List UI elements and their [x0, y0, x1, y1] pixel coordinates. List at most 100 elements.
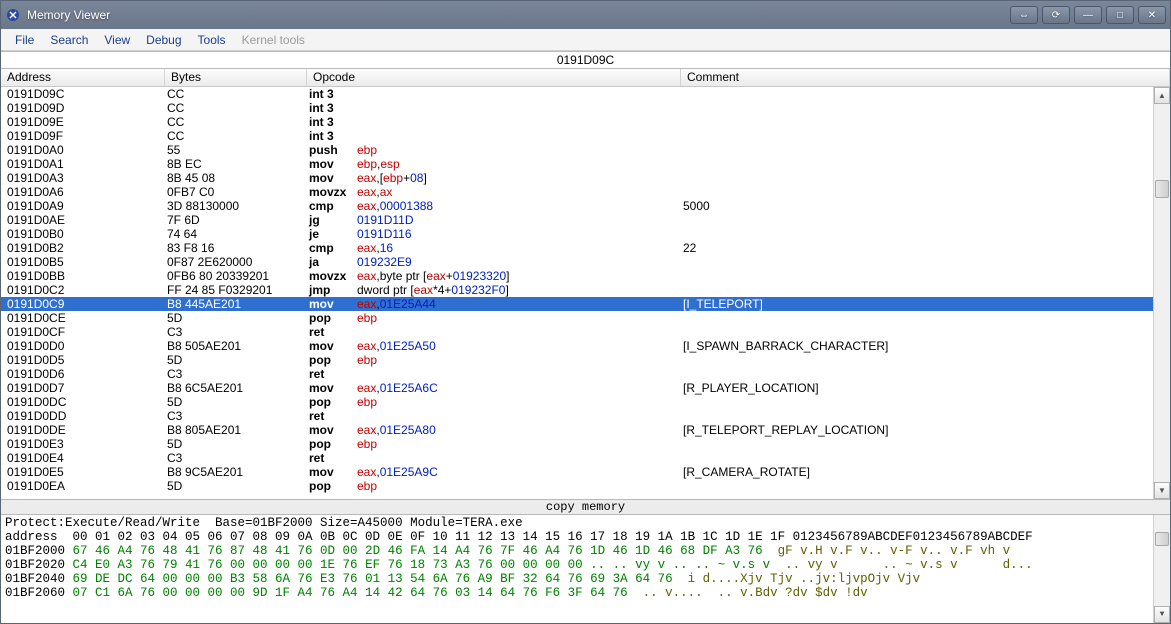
row-bytes: 74 64	[165, 227, 307, 241]
disasm-row[interactable]: 0191D0CE5Dpopebp	[1, 311, 1170, 325]
disasm-row[interactable]: 0191D0A60FB7 C0movzxeax,ax	[1, 185, 1170, 199]
row-opcode: cmpeax,16	[307, 241, 681, 255]
row-opcode: int 3	[307, 129, 681, 143]
row-address: 0191D09D	[1, 101, 165, 115]
disasm-row[interactable]: 0191D0E4C3ret	[1, 451, 1170, 465]
row-bytes: CC	[165, 101, 307, 115]
hex-scroll-down-icon[interactable]: ▼	[1154, 606, 1170, 623]
row-comment	[681, 157, 1170, 171]
disasm-row[interactable]: 0191D09CCCint 3	[1, 87, 1170, 101]
row-address: 0191D0DE	[1, 423, 165, 437]
menu-search[interactable]: Search	[42, 31, 96, 49]
titlebar-buttons: ⇔ ⟳ — □ ✕	[1010, 6, 1166, 24]
maximize-button[interactable]: □	[1106, 6, 1134, 24]
row-bytes: 3D 88130000	[165, 199, 307, 213]
titlebar-btn-1[interactable]: ⟳	[1042, 6, 1070, 24]
row-opcode: movzxeax,ax	[307, 185, 681, 199]
row-comment	[681, 185, 1170, 199]
address-bar[interactable]: 0191D09C	[1, 51, 1170, 69]
disasm-row[interactable]: 0191D0D7B8 6C5AE201moveax,01E25A6C[R_PLA…	[1, 381, 1170, 395]
disasm-row[interactable]: 0191D0BB0FB6 80 20339201movzxeax,byte pt…	[1, 269, 1170, 283]
disasm-row[interactable]: 0191D0C9B8 445AE201moveax,01E25A44[I_TEL…	[1, 297, 1170, 311]
header-comment[interactable]: Comment	[681, 69, 1170, 86]
disasm-row[interactable]: 0191D0AE7F 6Djg0191D11D	[1, 213, 1170, 227]
row-bytes: B8 505AE201	[165, 339, 307, 353]
disasm-row[interactable]: 0191D0B074 64je0191D116	[1, 227, 1170, 241]
disasm-scrollbar[interactable]: ▲ ▼	[1153, 87, 1170, 499]
menu-view[interactable]: View	[96, 31, 138, 49]
disasm-row[interactable]: 0191D0DDC3ret	[1, 409, 1170, 423]
row-opcode: moveax,01E25A6C	[307, 381, 681, 395]
menu-debug[interactable]: Debug	[138, 31, 189, 49]
row-comment: [I_SPAWN_BARRACK_CHARACTER]	[681, 339, 1170, 353]
hex-view[interactable]: Protect:Execute/Read/Write Base=01BF2000…	[1, 515, 1170, 623]
disasm-row[interactable]: 0191D0DEB8 805AE201moveax,01E25A80[R_TEL…	[1, 423, 1170, 437]
row-bytes: 5D	[165, 353, 307, 367]
header-bytes[interactable]: Bytes	[165, 69, 307, 86]
hex-scroll-thumb[interactable]	[1155, 532, 1169, 546]
disasm-row[interactable]: 0191D0CFC3ret	[1, 325, 1170, 339]
row-bytes: 8B 45 08	[165, 171, 307, 185]
disasm-row[interactable]: 0191D0A38B 45 08moveax,[ebp+08]	[1, 171, 1170, 185]
disasm-row[interactable]: 0191D0A18B ECmovebp,esp	[1, 157, 1170, 171]
scroll-up-icon[interactable]: ▲	[1154, 87, 1170, 104]
row-address: 0191D0EA	[1, 479, 165, 493]
row-bytes: 0FB6 80 20339201	[165, 269, 307, 283]
row-comment	[681, 255, 1170, 269]
scroll-down-icon[interactable]: ▼	[1154, 482, 1170, 499]
row-bytes: 8B EC	[165, 157, 307, 171]
hex-row[interactable]: 01BF2040 69 DE DC 64 00 00 00 B3 58 6A 7…	[5, 572, 1166, 586]
disasm-row[interactable]: 0191D0D0B8 505AE201moveax,01E25A50[I_SPA…	[1, 339, 1170, 353]
row-comment: 5000	[681, 199, 1170, 213]
header-opcode[interactable]: Opcode	[307, 69, 681, 86]
row-address: 0191D0A0	[1, 143, 165, 157]
row-bytes: 0FB7 C0	[165, 185, 307, 199]
row-comment	[681, 143, 1170, 157]
hex-row[interactable]: 01BF2000 67 46 A4 76 48 41 76 87 48 41 7…	[5, 544, 1166, 558]
minimize-button[interactable]: —	[1074, 6, 1102, 24]
disasm-row[interactable]: 0191D0A93D 88130000cmpeax,000013885000	[1, 199, 1170, 213]
row-opcode: popebp	[307, 353, 681, 367]
row-address: 0191D0B5	[1, 255, 165, 269]
menubar: FileSearchViewDebugToolsKernel tools	[1, 29, 1170, 51]
row-opcode: popebp	[307, 311, 681, 325]
titlebar[interactable]: Memory Viewer ⇔ ⟳ — □ ✕	[1, 1, 1170, 29]
row-address: 0191D0C2	[1, 283, 165, 297]
row-opcode: ret	[307, 451, 681, 465]
disasm-row[interactable]: 0191D0C2FF 24 85 F0329201jmpdword ptr [e…	[1, 283, 1170, 297]
row-comment	[681, 395, 1170, 409]
disasm-row[interactable]: 0191D0E35Dpopebp	[1, 437, 1170, 451]
splitter-label[interactable]: copy memory	[1, 499, 1170, 515]
titlebar-btn-0[interactable]: ⇔	[1010, 6, 1038, 24]
disasm-row[interactable]: 0191D0B283 F8 16cmpeax,1622	[1, 241, 1170, 255]
disasm-row[interactable]: 0191D09ECCint 3	[1, 115, 1170, 129]
scroll-thumb[interactable]	[1155, 180, 1169, 198]
disasm-row[interactable]: 0191D09DCCint 3	[1, 101, 1170, 115]
disassembly-view[interactable]: 0191D09CCCint 30191D09DCCint 30191D09ECC…	[1, 87, 1170, 499]
hex-row[interactable]: 01BF2020 C4 E0 A3 76 79 41 76 00 00 00 0…	[5, 558, 1166, 572]
disasm-row[interactable]: 0191D0E5B8 9C5AE201moveax,01E25A9C[R_CAM…	[1, 465, 1170, 479]
row-bytes: FF 24 85 F0329201	[165, 283, 307, 297]
row-comment: [R_PLAYER_LOCATION]	[681, 381, 1170, 395]
row-address: 0191D0A6	[1, 185, 165, 199]
row-address: 0191D0B0	[1, 227, 165, 241]
close-button[interactable]: ✕	[1138, 6, 1166, 24]
row-address: 0191D0A3	[1, 171, 165, 185]
disasm-row[interactable]: 0191D0D55Dpopebp	[1, 353, 1170, 367]
row-comment	[681, 353, 1170, 367]
hex-scrollbar[interactable]: ▲ ▼	[1153, 515, 1170, 623]
disasm-row[interactable]: 0191D0DC5Dpopebp	[1, 395, 1170, 409]
hex-row[interactable]: 01BF2060 07 C1 6A 76 00 00 00 00 9D 1F A…	[5, 586, 1166, 600]
disasm-row[interactable]: 0191D0B50F87 2E620000ja019232E9	[1, 255, 1170, 269]
column-headers: Address Bytes Opcode Comment	[1, 69, 1170, 87]
disasm-row[interactable]: 0191D09FCCint 3	[1, 129, 1170, 143]
row-opcode: moveax,01E25A80	[307, 423, 681, 437]
menu-file[interactable]: File	[7, 31, 42, 49]
disasm-row[interactable]: 0191D0EA5Dpopebp	[1, 479, 1170, 493]
menu-tools[interactable]: Tools	[190, 31, 234, 49]
row-comment	[681, 227, 1170, 241]
row-comment	[681, 311, 1170, 325]
disasm-row[interactable]: 0191D0A055pushebp	[1, 143, 1170, 157]
header-address[interactable]: Address	[1, 69, 165, 86]
disasm-row[interactable]: 0191D0D6C3ret	[1, 367, 1170, 381]
